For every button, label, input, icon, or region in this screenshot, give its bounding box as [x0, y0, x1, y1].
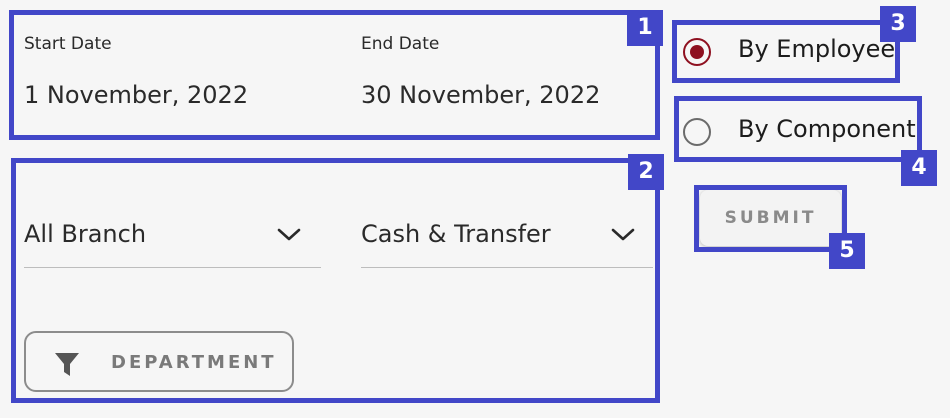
- branch-select[interactable]: All Branch: [24, 208, 321, 268]
- payment-type-select[interactable]: Cash & Transfer: [361, 208, 653, 268]
- department-filter-label: DEPARTMENT: [111, 352, 277, 373]
- annotation-box-submit: [694, 185, 847, 252]
- radio-by-employee-label: By Employee: [738, 35, 896, 63]
- radio-unselected-indicator: [683, 118, 711, 146]
- annotation-box-dates: [9, 10, 660, 140]
- branch-select-value: All Branch: [24, 220, 147, 248]
- chevron-down-icon: [611, 228, 635, 241]
- payment-type-select-value: Cash & Transfer: [361, 220, 551, 248]
- annotation-badge-4: 4: [901, 150, 937, 186]
- annotation-badge-2: 2: [628, 154, 664, 190]
- radio-selected-indicator: [683, 38, 711, 66]
- start-date-label: Start Date: [24, 34, 112, 54]
- radio-by-component-label: By Component: [738, 115, 916, 143]
- chevron-down-icon: [277, 228, 301, 241]
- annotation-badge-5: 5: [829, 233, 865, 269]
- funnel-icon: [55, 353, 79, 376]
- end-date-value[interactable]: 30 November, 2022: [361, 81, 600, 109]
- annotation-badge-1: 1: [627, 10, 663, 46]
- end-date-label: End Date: [361, 34, 440, 54]
- department-filter-button[interactable]: DEPARTMENT: [24, 331, 294, 392]
- start-date-value[interactable]: 1 November, 2022: [24, 81, 248, 109]
- report-filter-panel: 1 Start Date 1 November, 2022 End Date 3…: [0, 0, 950, 418]
